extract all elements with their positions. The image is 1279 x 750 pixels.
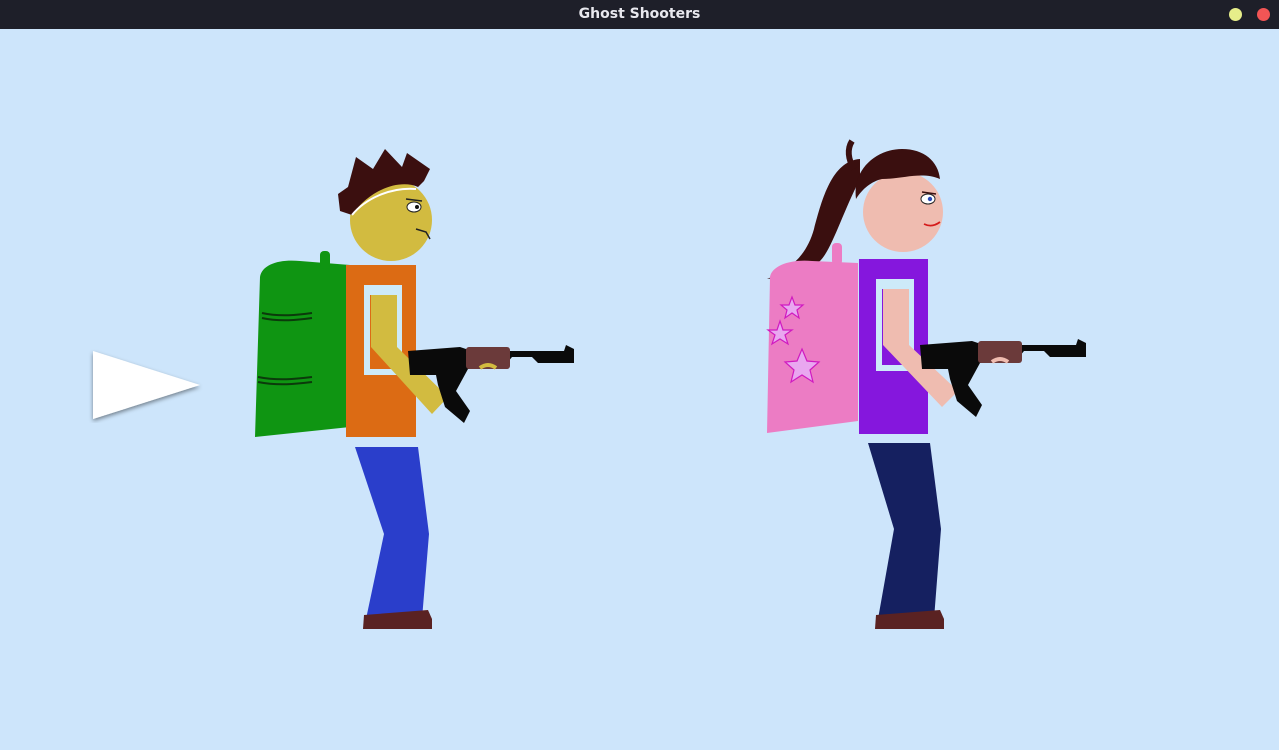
selector-arrow[interactable] — [88, 347, 206, 423]
title-bar: Ghost Shooters — [0, 0, 1279, 30]
boy-figure — [255, 149, 574, 629]
character-boy[interactable] — [240, 29, 600, 750]
character-girl[interactable] — [752, 29, 1112, 750]
character-select-stage — [0, 29, 1279, 750]
play-arrow-icon — [93, 351, 200, 419]
minimize-button[interactable] — [1229, 8, 1242, 21]
game-window: Ghost Shooters — [0, 0, 1279, 750]
window-title: Ghost Shooters — [578, 6, 701, 22]
close-button[interactable] — [1257, 8, 1270, 21]
girl-figure — [766, 139, 1086, 629]
